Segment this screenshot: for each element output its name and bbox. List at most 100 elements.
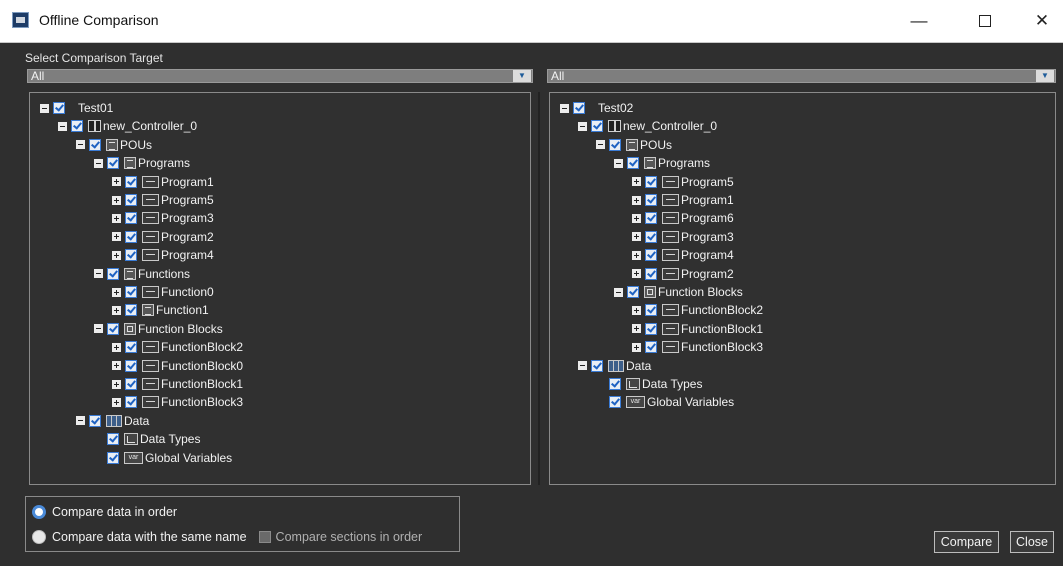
- collapse-icon[interactable]: [76, 416, 85, 426]
- tree-node[interactable]: Function Blocks: [94, 320, 223, 338]
- option-compare-in-order[interactable]: Compare data in order: [32, 505, 177, 519]
- expand-icon[interactable]: [112, 342, 121, 352]
- tree-node[interactable]: Function Blocks: [614, 283, 743, 301]
- expand-icon[interactable]: [632, 213, 641, 223]
- tree-node[interactable]: Test01: [40, 99, 113, 117]
- node-checkbox[interactable]: [645, 175, 657, 188]
- node-checkbox[interactable]: [609, 396, 621, 409]
- tree-node[interactable]: Program1: [112, 173, 214, 191]
- tree-node[interactable]: var Global Variables: [107, 449, 232, 467]
- node-checkbox[interactable]: [53, 102, 65, 114]
- collapse-icon[interactable]: [578, 361, 587, 371]
- node-checkbox[interactable]: [645, 249, 657, 262]
- node-checkbox[interactable]: [125, 396, 137, 409]
- collapse-icon[interactable]: [614, 158, 623, 168]
- tree-node[interactable]: FunctionBlock0: [112, 357, 243, 375]
- chevron-down-icon[interactable]: ▼: [1036, 70, 1054, 82]
- node-checkbox[interactable]: [627, 157, 639, 170]
- node-checkbox[interactable]: [645, 341, 657, 354]
- node-checkbox[interactable]: [125, 212, 137, 225]
- expand-icon[interactable]: [112, 397, 121, 407]
- node-checkbox[interactable]: [591, 120, 603, 133]
- node-checkbox[interactable]: [645, 267, 657, 280]
- window-close-button[interactable]: ✕: [1020, 6, 1063, 36]
- collapse-icon[interactable]: [578, 121, 587, 131]
- expand-icon[interactable]: [112, 287, 121, 297]
- expand-icon[interactable]: [112, 250, 121, 260]
- node-checkbox[interactable]: [609, 138, 621, 151]
- node-checkbox[interactable]: [627, 286, 639, 298]
- expand-icon[interactable]: [632, 305, 641, 315]
- collapse-icon[interactable]: [58, 121, 67, 131]
- node-checkbox[interactable]: [125, 249, 137, 262]
- expand-icon[interactable]: [632, 177, 641, 187]
- tree-node[interactable]: Function1: [112, 301, 209, 319]
- node-checkbox[interactable]: [107, 322, 119, 335]
- tree-node[interactable]: Program3: [632, 228, 734, 246]
- expand-icon[interactable]: [632, 342, 641, 352]
- tree-node[interactable]: FunctionBlock1: [112, 375, 243, 393]
- collapse-icon[interactable]: [94, 324, 103, 334]
- expand-icon[interactable]: [112, 195, 121, 205]
- left-target-dropdown[interactable]: All ▼: [27, 69, 533, 83]
- collapse-icon[interactable]: [40, 103, 49, 113]
- node-checkbox[interactable]: [89, 138, 101, 151]
- node-checkbox[interactable]: [573, 102, 585, 114]
- tree-node[interactable]: Program1: [632, 191, 734, 209]
- tree-node[interactable]: Program6: [632, 209, 734, 227]
- tree-node[interactable]: Programs: [614, 154, 710, 172]
- tree-node[interactable]: Data: [76, 412, 149, 430]
- tree-node[interactable]: FunctionBlock1: [632, 320, 763, 338]
- right-target-dropdown[interactable]: All ▼: [547, 69, 1056, 83]
- collapse-icon[interactable]: [76, 140, 85, 150]
- tree-node[interactable]: POUs: [76, 136, 152, 154]
- panel-splitter[interactable]: [538, 92, 540, 485]
- node-checkbox[interactable]: [645, 230, 657, 243]
- tree-node[interactable]: Program4: [112, 246, 214, 264]
- collapse-icon[interactable]: [94, 158, 103, 168]
- compare-button[interactable]: Compare: [934, 531, 999, 553]
- radio-in-order[interactable]: [32, 505, 46, 519]
- maximize-button[interactable]: [963, 6, 1007, 36]
- node-checkbox[interactable]: [125, 359, 137, 372]
- node-checkbox[interactable]: [125, 378, 137, 390]
- tree-node[interactable]: var Global Variables: [609, 393, 734, 411]
- node-checkbox[interactable]: [107, 433, 119, 446]
- node-checkbox[interactable]: [591, 359, 603, 372]
- tree-node[interactable]: Program3: [112, 209, 214, 227]
- expand-icon[interactable]: [632, 232, 641, 242]
- tree-node[interactable]: Data Types: [107, 430, 200, 448]
- node-checkbox[interactable]: [645, 322, 657, 335]
- node-checkbox[interactable]: [107, 267, 119, 280]
- tree-node[interactable]: POUs: [596, 136, 672, 154]
- minimize-button[interactable]: —: [897, 6, 941, 36]
- collapse-icon[interactable]: [94, 269, 103, 279]
- expand-icon[interactable]: [632, 269, 641, 279]
- collapse-icon[interactable]: [560, 103, 569, 113]
- tree-node[interactable]: Programs: [94, 154, 190, 172]
- node-checkbox[interactable]: [125, 175, 137, 188]
- tree-node[interactable]: FunctionBlock3: [112, 393, 243, 411]
- node-checkbox[interactable]: [645, 194, 657, 206]
- node-checkbox[interactable]: [125, 194, 137, 206]
- tree-node[interactable]: Function0: [112, 283, 214, 301]
- node-checkbox[interactable]: [125, 286, 137, 298]
- node-checkbox[interactable]: [107, 157, 119, 170]
- tree-node[interactable]: Program5: [632, 173, 734, 191]
- tree-node[interactable]: Program4: [632, 246, 734, 264]
- radio-same-name[interactable]: [32, 530, 46, 544]
- tree-node[interactable]: Program5: [112, 191, 214, 209]
- tree-node[interactable]: new_Controller_0: [578, 117, 717, 135]
- tree-node[interactable]: Functions: [94, 265, 190, 283]
- right-tree-panel[interactable]: Test02 new_Controller_0 POUs Programs Progra…: [549, 92, 1056, 485]
- expand-icon[interactable]: [112, 232, 121, 242]
- option-compare-same-name[interactable]: Compare data with the same name Compare …: [32, 530, 422, 544]
- left-tree-panel[interactable]: Test01 new_Controller_0 POUs Programs Progra…: [29, 92, 531, 485]
- node-checkbox[interactable]: [645, 212, 657, 225]
- tree-node[interactable]: Program2: [112, 228, 214, 246]
- expand-icon[interactable]: [112, 361, 121, 371]
- close-button[interactable]: Close: [1010, 531, 1054, 553]
- tree-node[interactable]: Data: [578, 357, 651, 375]
- expand-icon[interactable]: [112, 379, 121, 389]
- tree-node[interactable]: FunctionBlock2: [632, 301, 763, 319]
